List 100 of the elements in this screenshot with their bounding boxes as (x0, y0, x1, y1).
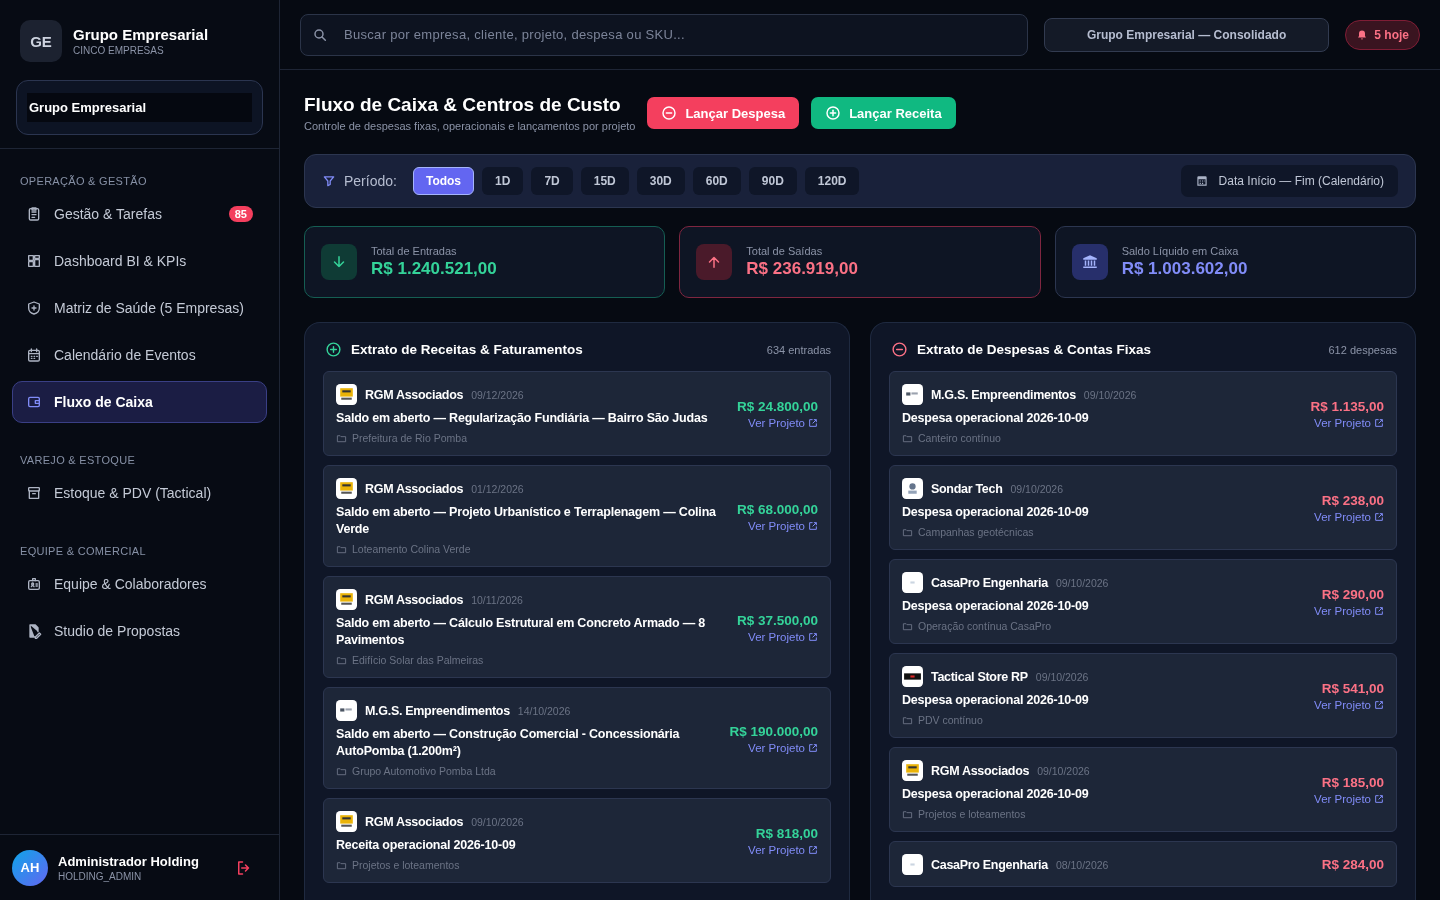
period-option[interactable]: 30D (636, 167, 685, 195)
view-project-link[interactable]: Ver Projeto (1314, 793, 1384, 805)
count-badge: 85 (228, 206, 253, 222)
external-link-icon (808, 742, 818, 753)
section-label: EQUIPE & COMERCIAL (19, 544, 147, 559)
folder-icon (902, 526, 913, 538)
nav-item[interactable]: Calendário de Eventos (12, 334, 267, 376)
entry-amount: R$ 541,00 (1321, 681, 1384, 696)
stat-value: R$ 1.240.521,00 (371, 259, 497, 279)
entry-date: 09/10/2026 (1037, 764, 1090, 777)
company-logo-icon (902, 572, 923, 593)
nav-item[interactable]: Matriz de Saúde (5 Empresas) (12, 287, 267, 329)
company-name: Tactical Store RP (931, 669, 1028, 684)
external-link-icon (808, 631, 818, 642)
external-link-icon (1374, 512, 1384, 522)
entry-description: Saldo em aberto — Cálculo Estrutural em Concreto Armado — 8 Pavimentos (336, 615, 707, 649)
entry-amount: R$ 290,00 (1321, 587, 1384, 602)
entry-description: Despesa operacional 2026-10-09 (902, 410, 1090, 427)
nav-item[interactable]: Fluxo de Caixa (12, 381, 267, 423)
company-name: RGM Associados (365, 814, 464, 829)
stat-value: R$ 236.919,00 (746, 259, 858, 279)
alerts-button[interactable]: 5 hoje (1345, 19, 1420, 50)
project-name: Projetos e loteamentos (352, 859, 460, 871)
company-switcher[interactable]: Grupo Empresarial — Consolidado (1043, 17, 1330, 52)
nav-item[interactable]: Studio de Propostas (12, 610, 267, 652)
view-project-link[interactable]: Ver Projeto (1314, 699, 1384, 711)
nav-item[interactable]: Equipe & Colaboradores (12, 563, 267, 605)
view-project-link[interactable]: Ver Projeto (1314, 605, 1384, 617)
entry-amount: R$ 1.135,00 (1310, 399, 1384, 414)
company-name: M.G.S. Empreendimentos (365, 703, 510, 718)
nav-item[interactable]: Gestão & Tarefas 85 (12, 193, 267, 235)
company-logo-icon (336, 478, 357, 499)
entry-card[interactable]: Sondar Tech 09/10/2026 Despesa operacional 2026-10-09 Campanhas geotécnicas R$ 238,00 Ver Projeto (889, 465, 1397, 550)
company-logo-icon (902, 384, 923, 405)
entry-description: Despesa operacional 2026-10-09 (902, 504, 1090, 521)
external-link-icon (1374, 418, 1384, 428)
search-icon (312, 26, 328, 43)
date-range-picker[interactable]: Data Início — Fim (Calendário) (1180, 165, 1398, 197)
id-card-icon (26, 576, 42, 592)
nav-item[interactable]: Dashboard BI & KPIs (12, 240, 267, 282)
entry-amount: R$ 190.000,00 (729, 723, 818, 739)
entry-card[interactable]: RGM Associados 09/10/2026 Despesa operacional 2026-10-09 Projetos e loteamentos R$ 185,00 Ver Projeto (889, 747, 1397, 832)
entry-description: Despesa operacional 2026-10-09 (902, 692, 1090, 709)
entry-date: 09/10/2026 (1055, 576, 1109, 589)
entry-amount: R$ 238,00 (1321, 493, 1384, 508)
period-option[interactable]: 15D (580, 167, 629, 195)
view-project-link[interactable]: Ver Projeto (748, 417, 818, 429)
company-name: CasaPro Engenharia (931, 575, 1048, 590)
view-project-link[interactable]: Ver Projeto (748, 741, 818, 754)
stat-value: R$ 1.003.602,00 (1121, 259, 1248, 279)
period-option[interactable]: 60D (692, 167, 741, 195)
entry-card[interactable]: RGM Associados 09/12/2026 Saldo em aberto — Regularização Fundiária — Bairro São Judas Prefeitura de Rio Pomba R$ 24.800,00 Ver Projeto (323, 371, 831, 456)
project-name: Projetos e loteamentos (918, 808, 1026, 820)
add-expense-button[interactable]: Lançar Despesa (647, 97, 800, 129)
entry-card[interactable]: M.G.S. Empreendimentos 14/10/2026 Saldo em aberto — Construção Comercial - Concessionária AutoPomba (1.200m²) Grupo Automotivo Pomba Ltda R$ 190.000,00 Ver Projeto (323, 687, 831, 789)
company-logo-icon (902, 854, 923, 875)
entry-card[interactable]: CasaPro Engenharia 08/10/2026 R$ 284,00 (889, 841, 1397, 887)
plus-circle-icon (825, 105, 842, 121)
entry-card[interactable]: RGM Associados 09/10/2026 Receita operacional 2026-10-09 Projetos e loteamentos R$ 818,00 Ver Projeto (323, 798, 831, 883)
entry-card[interactable]: CasaPro Engenharia 09/10/2026 Despesa operacional 2026-10-09 Operação contínua CasaPro R$ 290,00 Ver Projeto (889, 559, 1397, 644)
nav-item[interactable]: Estoque & PDV (Tactical) (12, 472, 267, 514)
entry-card[interactable]: Tactical Store RP 09/10/2026 Despesa operacional 2026-10-09 PDV contínuo R$ 541,00 Ver Projeto (889, 653, 1397, 738)
calendar-icon (26, 347, 42, 363)
company-logo-icon (902, 760, 923, 781)
entry-card[interactable]: RGM Associados 10/11/2026 Saldo em aberto — Cálculo Estrutural em Concreto Armado — 8 Pavimentos Edifício Solar das Palmeiras R$ 37.500,00 Ver Projeto (323, 576, 831, 678)
company-logo-icon (336, 811, 357, 832)
view-project-link[interactable]: Ver Projeto (748, 844, 818, 856)
section-label: VAREJO & ESTOQUE (19, 453, 137, 468)
company-name: CasaPro Engenharia (931, 857, 1048, 872)
group-selector[interactable]: Grupo Empresarial (16, 80, 263, 135)
grid-icon (26, 253, 42, 269)
period-option[interactable]: 120D (804, 167, 860, 195)
arrow-down-icon (321, 244, 357, 280)
company-logo-icon (336, 384, 357, 405)
entry-card[interactable]: M.G.S. Empreendimentos 09/10/2026 Despesa operacional 2026-10-09 Canteiro contínuo R$ 1.135,00 Ver Projeto (889, 371, 1397, 456)
period-option[interactable]: 90D (748, 167, 797, 195)
plus-circle-icon (325, 341, 342, 358)
folder-icon (336, 654, 347, 666)
external-link-icon (808, 845, 818, 855)
period-option[interactable]: 7D (531, 167, 573, 195)
folder-icon (902, 432, 913, 444)
period-option[interactable]: 1D (482, 167, 524, 195)
entry-description: Saldo em aberto — Regularização Fundiária — Bairro São Judas (336, 410, 709, 427)
period-option[interactable]: Todos (412, 167, 475, 195)
minus-circle-icon (661, 105, 678, 121)
page-title: Fluxo de Caixa & Centros de Custo (304, 94, 622, 116)
entry-description: Despesa operacional 2026-10-09 (902, 786, 1090, 803)
calendar-icon (1194, 174, 1209, 188)
view-project-link[interactable]: Ver Projeto (748, 519, 818, 532)
folder-icon (336, 859, 347, 871)
document-icon (26, 623, 42, 639)
view-project-link[interactable]: Ver Projeto (1314, 417, 1384, 429)
view-project-link[interactable]: Ver Projeto (748, 630, 818, 643)
search-field[interactable]: Buscar por empresa, cliente, projeto, despesa ou SKU... (300, 13, 1028, 56)
entry-amount: R$ 818,00 (755, 826, 818, 841)
view-project-link[interactable]: Ver Projeto (1314, 511, 1384, 523)
entry-card[interactable]: RGM Associados 01/12/2026 Saldo em aberto — Projeto Urbanístico e Terraplenagem — Colina Verde Loteamento Colina Verde R$ 68.000,00 Ver Projeto (323, 465, 831, 567)
entry-date: 10/11/2026 (471, 593, 523, 606)
company-name: Sondar Tech (931, 481, 1003, 496)
company-name: RGM Associados (931, 763, 1030, 778)
